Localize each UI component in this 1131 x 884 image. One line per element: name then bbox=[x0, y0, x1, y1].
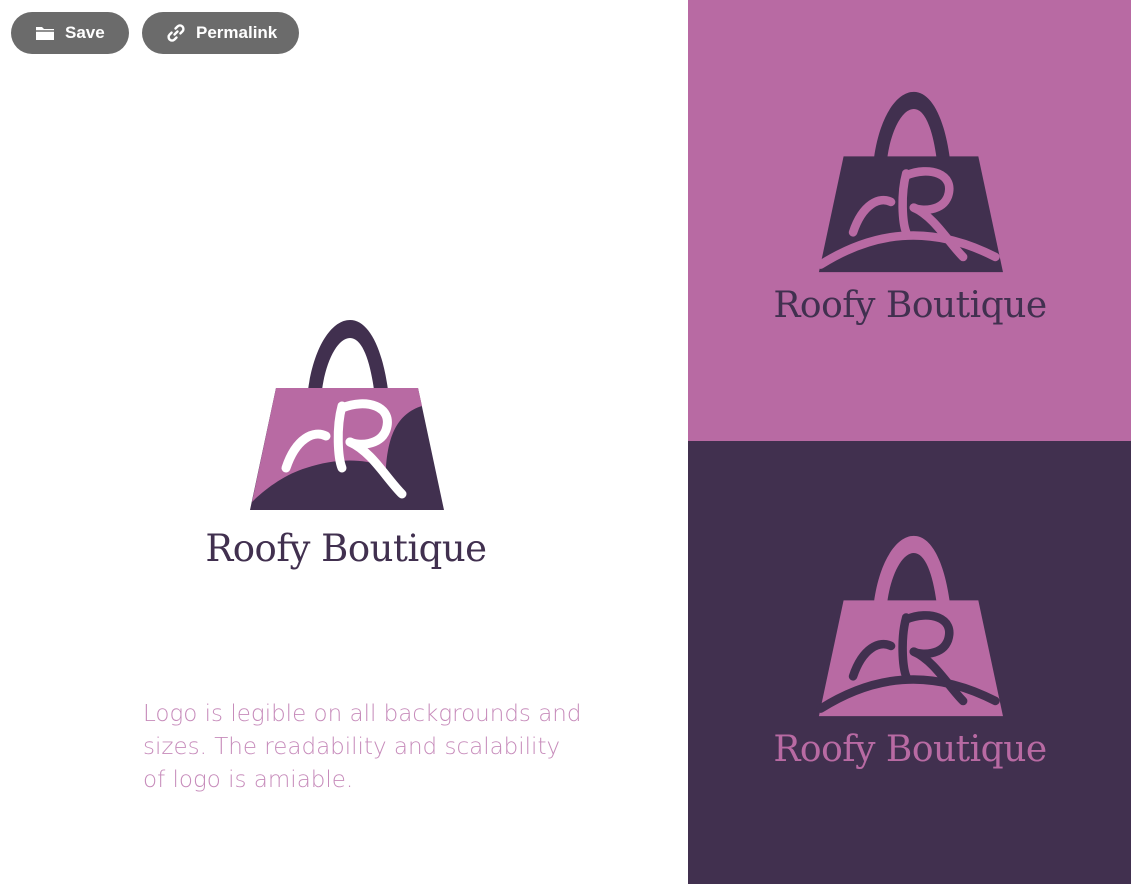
logo-on-dark: Roofy Boutique bbox=[773, 534, 1047, 770]
shopping-bag-icon bbox=[815, 534, 1005, 719]
shopping-bag-icon bbox=[815, 90, 1005, 275]
brand-name: Roofy Boutique bbox=[773, 285, 1047, 326]
brand-name: Roofy Boutique bbox=[205, 527, 487, 570]
logo-monogram: R bbox=[246, 318, 247, 319]
shopping-bag-icon: R bbox=[246, 318, 446, 513]
tagline-text: Logo is legible on all backgrounds and s… bbox=[143, 701, 582, 793]
brand-name: Roofy Boutique bbox=[773, 729, 1047, 770]
logo-on-white: R Roofy Boutique bbox=[196, 318, 496, 570]
logo-on-pink: Roofy Boutique bbox=[773, 90, 1047, 326]
